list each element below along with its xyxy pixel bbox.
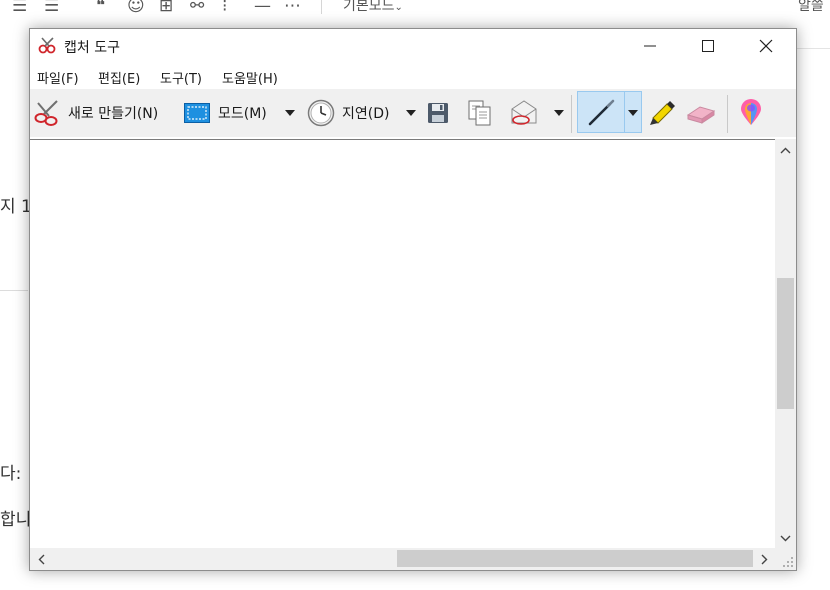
- menu-bar: 파일(F) 편집(E) 도구(T) 도움말(H): [30, 65, 796, 87]
- horizontal-line-icon[interactable]: —: [254, 0, 271, 17]
- pen-icon: [588, 99, 615, 126]
- editor-divider: [0, 290, 28, 291]
- save-button[interactable]: [427, 89, 449, 137]
- pen-tool-group: [577, 91, 642, 133]
- editor-text-line: 합니: [0, 510, 32, 530]
- highlighter-icon: [650, 101, 675, 125]
- window-title: 캡처 도구: [64, 40, 120, 56]
- resize-grip-icon: [783, 557, 793, 567]
- more-icon[interactable]: ⋯: [284, 0, 301, 17]
- delay-button[interactable]: 지연(D): [307, 89, 389, 137]
- new-snip-label: 새로 만들기(N): [68, 106, 159, 122]
- pen-dropdown-button[interactable]: [626, 89, 640, 137]
- minimize-button[interactable]: [621, 29, 679, 63]
- editor-toolbar: ☰ ☰ ❝ ☺ ⊞ ⚯ ⁝ — ⋯ 기본모드⌄ 알쓸: [0, 0, 830, 22]
- highlighter-button[interactable]: [647, 89, 677, 137]
- menu-help[interactable]: 도움말(H): [222, 68, 278, 87]
- scroll-down-button[interactable]: [775, 527, 796, 549]
- delay-dropdown-button[interactable]: [404, 89, 418, 137]
- close-button[interactable]: [737, 29, 795, 63]
- link-icon[interactable]: ⚯: [190, 0, 204, 17]
- toolbar-separator: [321, 0, 322, 14]
- eraser-icon: [686, 106, 716, 124]
- eraser-button[interactable]: [686, 89, 716, 137]
- scroll-up-button[interactable]: [775, 139, 796, 161]
- vertical-scrollbar[interactable]: [775, 139, 796, 548]
- paint-3d-button[interactable]: [739, 89, 763, 137]
- clock-icon: [307, 99, 335, 127]
- menu-edit[interactable]: 편집(E): [98, 68, 140, 87]
- list-icon[interactable]: ⁝: [222, 0, 227, 17]
- editor-mode-dropdown[interactable]: 기본모드⌄: [343, 0, 403, 19]
- toolbar-separator: [727, 95, 728, 133]
- quote-icon[interactable]: ❝: [96, 0, 105, 17]
- toolbar: 새로 만들기(N) 모드(M) 지연(D): [30, 89, 796, 137]
- scissors-icon: [38, 37, 58, 55]
- editor-header-line: [796, 48, 830, 49]
- scroll-right-button[interactable]: [753, 548, 775, 570]
- envelope-icon: [511, 100, 537, 125]
- editor-right-menu[interactable]: 알쓸: [798, 0, 824, 17]
- horizontal-scroll-thumb[interactable]: [397, 550, 753, 567]
- emoji-icon[interactable]: ☺: [127, 0, 145, 17]
- editor-text-line: 지 1: [0, 197, 32, 217]
- editor-mode-label: 기본모드: [343, 0, 395, 14]
- title-bar[interactable]: 캡처 도구: [30, 29, 796, 63]
- chevron-down-icon: ⌄: [394, 2, 403, 13]
- new-snip-button[interactable]: 새로 만들기(N): [33, 89, 158, 137]
- copy-icon: [468, 100, 491, 126]
- table-icon[interactable]: ⊞: [159, 0, 173, 17]
- chevron-left-icon: [38, 554, 44, 564]
- save-icon: [428, 103, 448, 123]
- close-icon: [759, 39, 773, 53]
- chevron-down-icon: [780, 535, 791, 541]
- vertical-scroll-thumb[interactable]: [777, 278, 794, 409]
- resize-grip[interactable]: [775, 548, 796, 570]
- align-justify-icon[interactable]: ☰: [44, 0, 59, 17]
- maximize-button[interactable]: [679, 29, 737, 63]
- copy-button[interactable]: [467, 89, 493, 137]
- mode-button[interactable]: 모드(M): [184, 89, 267, 137]
- chevron-right-icon: [761, 554, 767, 564]
- dropdown-arrow-icon: [406, 110, 416, 116]
- mode-label: 모드(M): [218, 106, 267, 122]
- align-right-icon[interactable]: ☰: [12, 0, 27, 17]
- menu-tools[interactable]: 도구(T): [160, 68, 202, 87]
- maximize-icon: [702, 40, 714, 52]
- scissors-icon: [34, 100, 58, 126]
- pen-button[interactable]: [586, 89, 616, 137]
- horizontal-scrollbar[interactable]: [30, 548, 775, 570]
- toolbar-separator: [571, 95, 572, 133]
- pen-split-divider: [624, 92, 625, 132]
- editor-text-line: 다:: [0, 464, 22, 484]
- paint-3d-icon: [741, 99, 761, 125]
- chevron-up-icon: [780, 147, 791, 153]
- mode-dropdown-button[interactable]: [283, 89, 297, 137]
- send-snip-button[interactable]: [509, 89, 539, 137]
- send-dropdown-button[interactable]: [552, 89, 566, 137]
- minimize-icon: [644, 45, 656, 47]
- scroll-left-button[interactable]: [30, 548, 52, 570]
- menu-file[interactable]: 파일(F): [37, 68, 79, 87]
- dropdown-arrow-icon: [285, 110, 295, 116]
- dropdown-arrow-icon: [628, 110, 638, 116]
- snipping-tool-window: 캡처 도구 파일(F) 편집(E) 도구(T) 도움말(H) 새로 만들기(N): [29, 28, 797, 571]
- snip-canvas[interactable]: [30, 139, 775, 549]
- delay-label: 지연(D): [342, 106, 390, 122]
- rectangle-snip-icon: [184, 103, 210, 123]
- dropdown-arrow-icon: [554, 110, 564, 116]
